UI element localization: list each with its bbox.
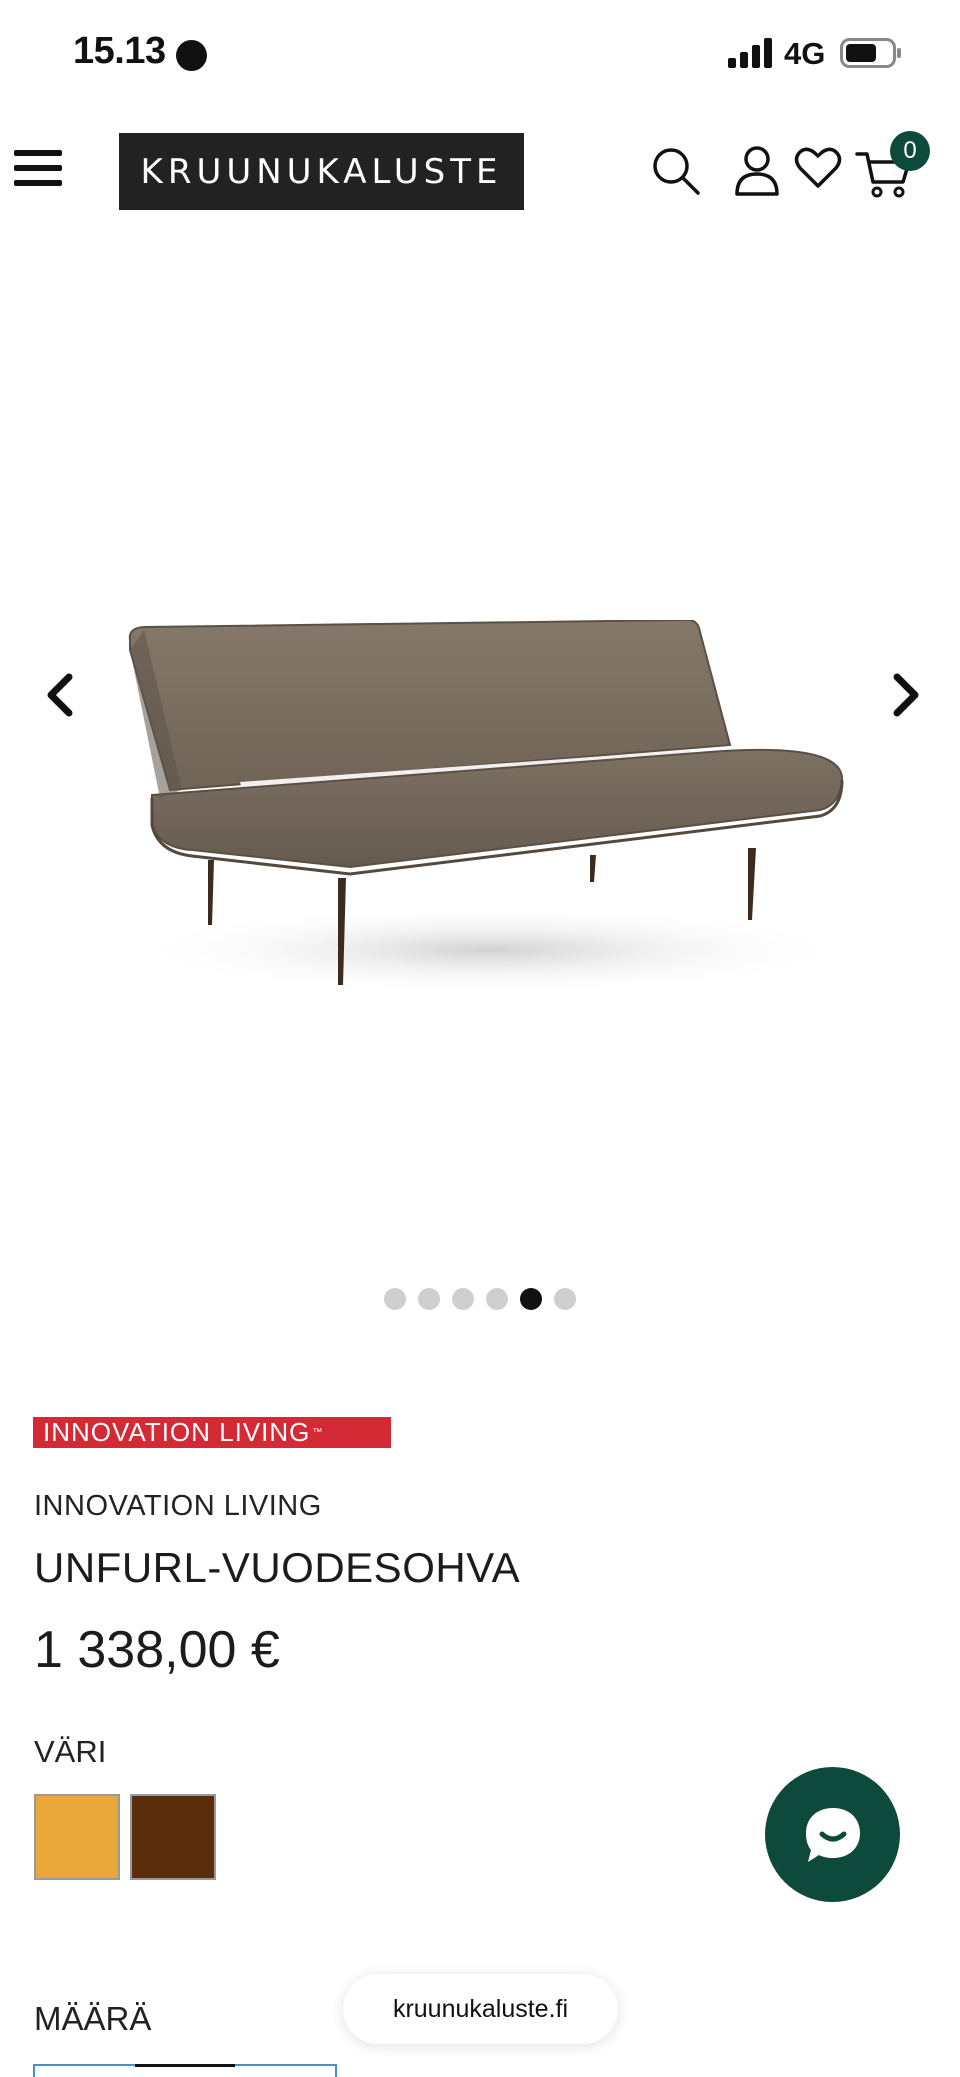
quantity-stepper[interactable] [33, 2064, 337, 2077]
product-image-carousel [0, 240, 960, 1310]
chevron-left-icon[interactable] [37, 665, 81, 725]
trademark-mark: ™ [312, 1427, 324, 1438]
carousel-dot[interactable] [418, 1288, 440, 1310]
brand-logo: INNOVATION LIVING ™ [33, 1417, 391, 1448]
carousel-dot[interactable] [554, 1288, 576, 1310]
menu-icon[interactable] [14, 150, 62, 198]
quantity-label: MÄÄRÄ [34, 2000, 152, 2037]
color-swatch-orange[interactable] [34, 1794, 120, 1880]
product-brand[interactable]: INNOVATION LIVING [34, 1490, 322, 1523]
status-time: 15.13 [73, 30, 166, 72]
network-type: 4G [784, 36, 826, 71]
carousel-pagination [0, 1288, 960, 1310]
site-header: KRUUNUKALUSTE 0 [0, 110, 960, 240]
cellular-signal-icon [728, 38, 772, 68]
cart-count-badge: 0 [890, 131, 930, 171]
color-label: VÄRI [34, 1734, 107, 1769]
product-image [128, 620, 850, 995]
status-bar: 15.13 4G [0, 0, 960, 110]
account-icon[interactable] [732, 144, 782, 198]
carousel-dot[interactable] [452, 1288, 474, 1310]
brand-logo-text: INNOVATION LIVING [43, 1417, 311, 1447]
carousel-dot[interactable] [384, 1288, 406, 1310]
chat-bubble-icon [805, 1807, 860, 1862]
wishlist-heart-icon[interactable] [794, 146, 842, 190]
battery-icon [840, 38, 901, 68]
color-swatch-brown[interactable] [130, 1794, 216, 1880]
carousel-dot[interactable] [486, 1288, 508, 1310]
search-icon[interactable] [650, 145, 702, 197]
site-logo[interactable]: KRUUNUKALUSTE [119, 133, 524, 210]
recording-indicator-icon [176, 40, 207, 71]
browser-url-bar[interactable]: kruunukaluste.fi [343, 1974, 618, 2044]
chat-button[interactable] [765, 1767, 900, 1902]
carousel-dot[interactable] [520, 1288, 542, 1310]
product-price: 1 338,00 € [34, 1621, 280, 1679]
chevron-right-icon[interactable] [885, 665, 929, 725]
product-title: UNFURL-VUODESOHVA [34, 1544, 521, 1591]
